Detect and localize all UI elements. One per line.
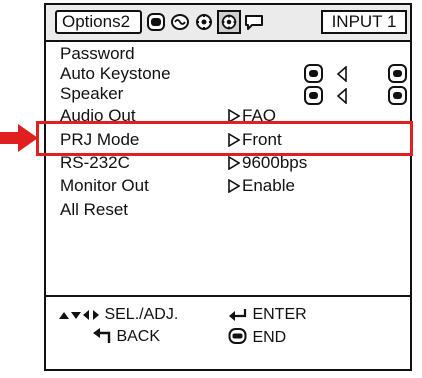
pointer-arrow-icon xyxy=(0,124,38,152)
back-label: BACK xyxy=(116,328,161,345)
sound-menu-icon[interactable] xyxy=(170,11,190,32)
menu-item-monitor-out[interactable]: Monitor Out xyxy=(60,176,149,196)
end-label: END xyxy=(252,329,287,346)
options1-menu-icon[interactable] xyxy=(194,11,214,32)
footer-sel-adj: SEL./ADJ. xyxy=(58,305,178,325)
end-icon xyxy=(228,328,247,344)
rs232c-value[interactable]: 9600bps xyxy=(228,153,307,173)
language-menu-icon[interactable] xyxy=(244,11,264,32)
menu-item-all-reset[interactable]: All Reset xyxy=(60,200,128,220)
input-indicator: INPUT 1 xyxy=(321,10,407,34)
sel-adj-label: SEL./ADJ. xyxy=(104,306,179,323)
enter-icon xyxy=(229,309,247,321)
enter-label: ENTER xyxy=(252,306,307,323)
options2-menu-icon[interactable] xyxy=(217,10,241,34)
toggle-on-icon xyxy=(388,64,407,83)
footer-back: BACK xyxy=(92,327,160,347)
menu-item-auto-keystone[interactable]: Auto Keystone xyxy=(60,64,171,84)
back-icon xyxy=(93,328,111,343)
toggle-on-icon xyxy=(388,86,407,105)
menu-header: Options2 INPUT 1 xyxy=(46,5,410,42)
toggle-left-arrow-icon[interactable] xyxy=(336,88,348,104)
prj-mode-highlight-box xyxy=(36,121,413,156)
value-arrow-icon xyxy=(228,179,240,193)
value-arrow-icon xyxy=(228,156,240,170)
monitor-out-value[interactable]: Enable xyxy=(228,176,295,196)
monitor-out-value-text: Enable xyxy=(242,176,295,195)
menu-item-speaker[interactable]: Speaker xyxy=(60,84,123,104)
toggle-off-icon xyxy=(304,86,323,105)
toggle-off-icon xyxy=(304,64,323,83)
picture-menu-icon[interactable] xyxy=(146,11,166,32)
direction-arrows-icon xyxy=(59,310,99,320)
footer-end: END xyxy=(228,327,286,348)
toggle-left-arrow-icon[interactable] xyxy=(336,66,348,82)
footer-enter: ENTER xyxy=(228,305,307,325)
menu-item-password[interactable]: Password xyxy=(60,44,135,64)
menu-tab-options2[interactable]: Options2 xyxy=(55,10,142,34)
footer-divider xyxy=(46,295,410,297)
menu-item-rs232c[interactable]: RS-232C xyxy=(60,153,130,173)
osd-menu-window: Options2 INPUT 1 Password Auto Keystone … xyxy=(44,3,412,371)
